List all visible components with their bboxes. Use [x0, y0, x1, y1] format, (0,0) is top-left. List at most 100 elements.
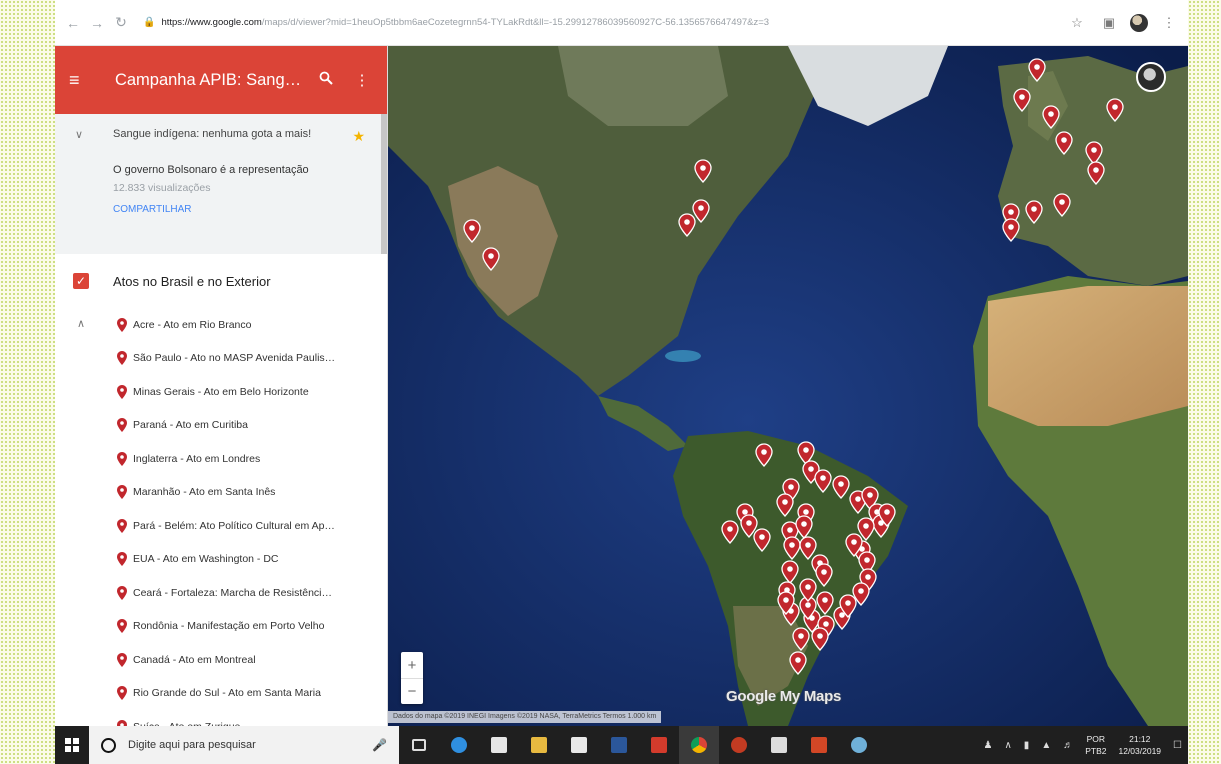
- word-icon[interactable]: [599, 726, 639, 764]
- list-item[interactable]: ∧ Acre - Ato em Rio Branco: [55, 308, 387, 342]
- back-icon[interactable]: ←: [63, 13, 83, 33]
- list-item-label: Pará - Belém: Ato Político Cultural em A…: [133, 519, 335, 532]
- extension-icon[interactable]: ▣: [1098, 12, 1120, 34]
- zoom-out-button[interactable]: −: [401, 678, 423, 704]
- people-icon[interactable]: ♟: [984, 740, 993, 751]
- list-item[interactable]: Rondônia - Manifestação em Porto Velho: [55, 610, 387, 644]
- description-text: O governo Bolsonaro é a representação: [113, 164, 309, 176]
- list-item[interactable]: Rio Grande do Sul - Ato em Santa Maria: [55, 677, 387, 711]
- pdf-reader-icon[interactable]: [639, 726, 679, 764]
- sidebar-scrollbar[interactable]: [381, 114, 387, 254]
- profile-avatar[interactable]: [1130, 13, 1148, 32]
- list-item-label: Maranhão - Ato em Santa Inês: [133, 486, 276, 499]
- map-pin-icon: [117, 317, 127, 332]
- menu-icon[interactable]: ≡: [69, 71, 87, 89]
- map-pin-icon: [117, 518, 127, 533]
- layer-header[interactable]: ✓ Atos no Brasil e no Exterior: [55, 254, 387, 308]
- list-item[interactable]: São Paulo - Ato no MASP Avenida Paulis…: [55, 342, 387, 376]
- star-icon[interactable]: ★: [352, 128, 365, 145]
- list-item[interactable]: Pará - Belém: Ato Político Cultural em A…: [55, 509, 387, 543]
- list-item-label: Rio Grande do Sul - Ato em Santa Maria: [133, 687, 321, 700]
- powerpoint-icon[interactable]: [799, 726, 839, 764]
- language-label: POR: [1086, 734, 1106, 744]
- google-my-maps-logo: Google My Maps: [726, 688, 841, 705]
- microphone-icon[interactable]: 🎤: [372, 738, 387, 752]
- map-pin-icon: [117, 585, 127, 600]
- keyboard-label: PTB2: [1085, 746, 1107, 756]
- reload-icon[interactable]: ↻: [111, 13, 131, 33]
- bookmark-star-icon[interactable]: ☆: [1066, 12, 1088, 34]
- map-pin-icon: [117, 384, 127, 399]
- file-explorer-icon[interactable]: [519, 726, 559, 764]
- task-view-icon[interactable]: [399, 726, 439, 764]
- view-count: 12.833 visualizações: [113, 182, 211, 194]
- map-title: Campanha APIB: Sang…: [114, 70, 302, 89]
- map-attribution[interactable]: Dados do mapa ©2019 INEGI Imagens ©2019 …: [388, 711, 662, 723]
- list-item[interactable]: Ceará - Fortaleza: Marcha de Resistênci…: [55, 576, 387, 610]
- list-item-label: Canadá - Ato em Montreal: [133, 653, 256, 666]
- paint-icon[interactable]: [839, 726, 879, 764]
- zoom-in-button[interactable]: +: [401, 652, 423, 678]
- map-pin-icon: [117, 652, 127, 667]
- mail-icon[interactable]: [479, 726, 519, 764]
- list-item[interactable]: Paraná - Ato em Curitiba: [55, 409, 387, 443]
- map-sidebar: ≡ Campanha APIB: Sang… ⋮ ∨ ★ Sangue indí…: [55, 46, 388, 726]
- browser-menu-icon[interactable]: ⋮: [1158, 12, 1180, 34]
- list-item[interactable]: Inglaterra - Ato em Londres: [55, 442, 387, 476]
- search-icon[interactable]: [315, 71, 337, 89]
- list-item[interactable]: Minas Gerais - Ato em Belo Horizonte: [55, 375, 387, 409]
- list-item[interactable]: Canadá - Ato em Montreal: [55, 643, 387, 677]
- list-item-label: EUA - Ato em Washington - DC: [133, 553, 279, 566]
- taskbar-search-placeholder: Digite aqui para pesquisar: [128, 739, 256, 751]
- chevron-up-icon[interactable]: ∧: [77, 317, 85, 330]
- edge-icon[interactable]: [439, 726, 479, 764]
- map-pin-icon: [117, 418, 127, 433]
- more-options-icon[interactable]: ⋮: [351, 71, 373, 89]
- map-pin-icon: [117, 686, 127, 701]
- layer-checkbox[interactable]: ✓: [73, 273, 89, 289]
- list-item-label: Rondônia - Manifestação em Porto Velho: [133, 620, 325, 633]
- share-button[interactable]: COMPARTILHAR: [113, 204, 369, 215]
- windows-taskbar: Digite aqui para pesquisar 🎤 ♟ ∧ ▮ ▲ ♬ P…: [55, 726, 1188, 764]
- list-item[interactable]: EUA - Ato em Washington - DC: [55, 543, 387, 577]
- forward-icon[interactable]: →: [87, 13, 107, 33]
- list-item-label: Paraná - Ato em Curitiba: [133, 419, 248, 432]
- volume-icon[interactable]: ♬: [1063, 740, 1073, 751]
- clock-date: 12/03/2019: [1118, 746, 1162, 756]
- photos-icon[interactable]: [759, 726, 799, 764]
- map-pin-icon: [117, 485, 127, 500]
- network-icon[interactable]: ▲: [1041, 740, 1051, 751]
- map-pin-icon: [117, 451, 127, 466]
- place-list: ∧ Acre - Ato em Rio Branco São Paulo - Ato…: [55, 308, 387, 726]
- chrome-icon[interactable]: [679, 726, 719, 764]
- account-avatar[interactable]: [1136, 62, 1166, 92]
- chevron-up-icon[interactable]: ∧: [1004, 740, 1011, 751]
- url-host: https://www.google.com: [161, 17, 262, 28]
- clock[interactable]: 21:12 12/03/2019: [1118, 733, 1161, 757]
- description-title: Sangue indígena: nenhuma gota a mais!: [113, 128, 312, 140]
- list-item-label: Ceará - Fortaleza: Marcha de Resistênci…: [133, 586, 332, 599]
- battery-icon[interactable]: ▮: [1024, 740, 1030, 751]
- zoom-controls: + −: [401, 652, 423, 704]
- map-pin-icon: [117, 351, 127, 366]
- lock-icon: 🔒: [143, 17, 156, 28]
- list-item[interactable]: Suíça - Ato em Zurique: [55, 710, 387, 726]
- map-description: ∨ ★ Sangue indígena: nenhuma gota a mais…: [55, 114, 387, 254]
- panel-header: ≡ Campanha APIB: Sang… ⋮: [55, 46, 387, 114]
- notifications-icon[interactable]: ☐: [1173, 740, 1182, 751]
- map-canvas[interactable]: + − Google My Maps Dados do mapa ©2019 I…: [388, 46, 1188, 726]
- map-pin-icon: [117, 552, 127, 567]
- store-icon[interactable]: [559, 726, 599, 764]
- windows-start-icon[interactable]: [61, 726, 83, 764]
- app-icon[interactable]: [719, 726, 759, 764]
- taskbar-search-box[interactable]: Digite aqui para pesquisar 🎤: [89, 726, 399, 764]
- clock-time: 21:12: [1129, 734, 1151, 744]
- list-item[interactable]: Maranhão - Ato em Santa Inês: [55, 476, 387, 510]
- url-path: /maps/d/viewer?mid=1heuOp5tbbm6aeCozeteg…: [261, 17, 770, 28]
- address-bar[interactable]: 🔒 https://www.google.com /maps/d/viewer?…: [143, 9, 1056, 37]
- system-tray: ♟ ∧ ▮ ▲ ♬ POR PTB2 21:12 12/03/2019 ☐: [978, 733, 1189, 757]
- language-indicator[interactable]: POR PTB2: [1085, 733, 1106, 757]
- satellite-map: [388, 46, 1188, 726]
- chevron-down-icon[interactable]: ∨: [75, 128, 83, 141]
- map-pin-icon: [117, 619, 127, 634]
